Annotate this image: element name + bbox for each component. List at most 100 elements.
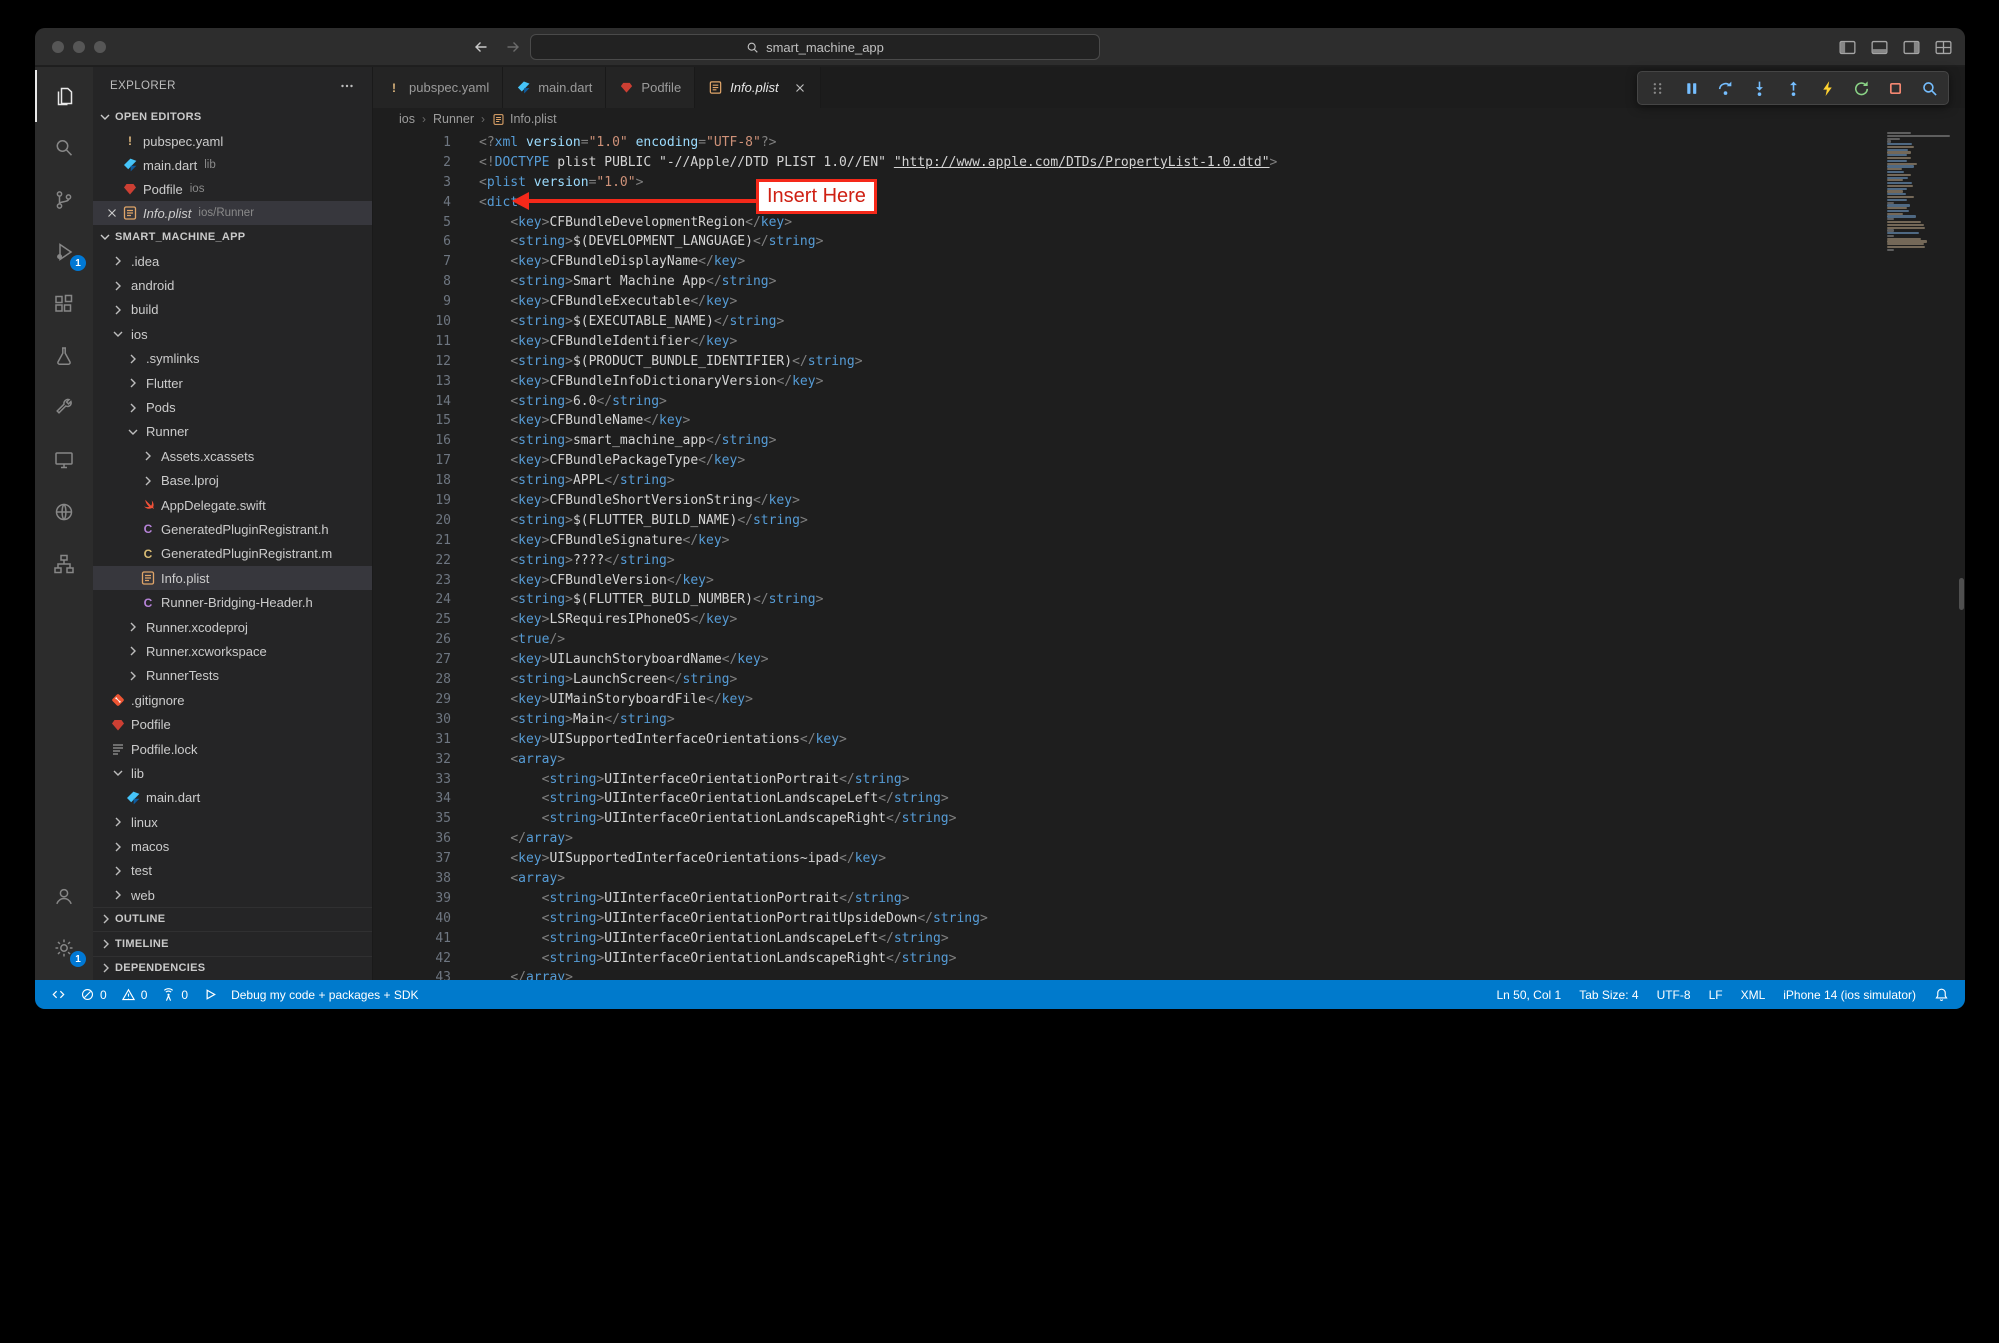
toggle-secondary-sidebar-icon[interactable] bbox=[1902, 38, 1921, 57]
code-line[interactable]: 25 <key>LSRequiresIPhoneOS</key> bbox=[373, 610, 1965, 630]
tab-info-plist[interactable]: Info.plist bbox=[695, 67, 820, 108]
step-over-icon[interactable] bbox=[1708, 73, 1742, 103]
activity-item-remote-explorer[interactable] bbox=[35, 434, 93, 486]
tree-item-pods[interactable]: Pods bbox=[93, 395, 372, 419]
minimap[interactable] bbox=[1885, 132, 1957, 980]
code-line[interactable]: 16 <string>smart_machine_app</string> bbox=[373, 431, 1965, 451]
close-button[interactable] bbox=[52, 41, 64, 53]
code-line[interactable]: 6 <string>$(DEVELOPMENT_LANGUAGE)</strin… bbox=[373, 232, 1965, 252]
code-line[interactable]: 20 <string>$(FLUTTER_BUILD_NAME)</string… bbox=[373, 511, 1965, 531]
code-line[interactable]: 23 <key>CFBundleVersion</key> bbox=[373, 571, 1965, 591]
open-editor-item[interactable]: Podfileios bbox=[93, 177, 372, 201]
code-line[interactable]: 11 <key>CFBundleIdentifier</key> bbox=[373, 332, 1965, 352]
open-editors-header[interactable]: OPEN EDITORS bbox=[93, 105, 372, 129]
status-ports[interactable]: 0 bbox=[155, 980, 194, 1009]
status-debug-config[interactable]: Debug my code + packages + SDK bbox=[225, 980, 424, 1009]
code-line[interactable]: 43 </array> bbox=[373, 968, 1965, 980]
zoom-button[interactable] bbox=[94, 41, 106, 53]
code-line[interactable]: 42 <string>UIInterfaceOrientationLandsca… bbox=[373, 949, 1965, 969]
section-dependencies[interactable]: DEPENDENCIES bbox=[93, 956, 372, 981]
code-line[interactable]: 8 <string>Smart Machine App</string> bbox=[373, 272, 1965, 292]
minimize-button[interactable] bbox=[73, 41, 85, 53]
inspector-icon[interactable] bbox=[1912, 73, 1946, 103]
code-line[interactable]: 35 <string>UIInterfaceOrientationLandsca… bbox=[373, 809, 1965, 829]
tree-item-runner-xcworkspace[interactable]: Runner.xcworkspace bbox=[93, 639, 372, 663]
status-warnings[interactable]: 0 bbox=[115, 980, 154, 1009]
status-eol[interactable]: LF bbox=[1703, 980, 1729, 1009]
tree-item-info-plist[interactable]: Info.plist bbox=[93, 566, 372, 590]
code-line[interactable]: 15 <key>CFBundleName</key> bbox=[373, 411, 1965, 431]
code-line[interactable]: 24 <string>$(FLUTTER_BUILD_NUMBER)</stri… bbox=[373, 590, 1965, 610]
tab-main-dart[interactable]: main.dart bbox=[503, 67, 606, 108]
code-line[interactable]: 33 <string>UIInterfaceOrientationPortrai… bbox=[373, 770, 1965, 790]
open-editor-item[interactable]: !pubspec.yaml bbox=[93, 129, 372, 153]
breadcrumb-item-runner[interactable]: Runner bbox=[433, 112, 474, 126]
project-header[interactable]: SMART_MACHINE_APP bbox=[93, 225, 372, 249]
activity-item-accounts[interactable] bbox=[35, 870, 93, 922]
pause-icon[interactable] bbox=[1674, 73, 1708, 103]
close-icon[interactable] bbox=[793, 81, 807, 95]
tab-podfile[interactable]: Podfile bbox=[606, 67, 695, 108]
code-line[interactable]: 13 <key>CFBundleInfoDictionaryVersion</k… bbox=[373, 372, 1965, 392]
step-out-icon[interactable] bbox=[1776, 73, 1810, 103]
activity-item-search[interactable] bbox=[35, 122, 93, 174]
tree-item-runner-bridging-header-h[interactable]: CRunner-Bridging-Header.h bbox=[93, 590, 372, 614]
open-editor-item[interactable]: Info.plistios/Runner bbox=[93, 201, 372, 225]
tree-item-macos[interactable]: macos bbox=[93, 834, 372, 858]
step-into-icon[interactable] bbox=[1742, 73, 1776, 103]
hot-reload-icon[interactable] bbox=[1810, 73, 1844, 103]
activity-item-explorer[interactable] bbox=[35, 70, 93, 122]
breadcrumb-item-ios[interactable]: ios bbox=[399, 112, 415, 126]
tree-item-ios[interactable]: ios bbox=[93, 322, 372, 346]
activity-item-source-control[interactable] bbox=[35, 174, 93, 226]
code-line[interactable]: 40 <string>UIInterfaceOrientationPortrai… bbox=[373, 909, 1965, 929]
command-center-search[interactable]: smart_machine_app bbox=[530, 34, 1100, 60]
code-line[interactable]: 26 <true/> bbox=[373, 630, 1965, 650]
restart-icon[interactable] bbox=[1844, 73, 1878, 103]
activity-item-github[interactable] bbox=[35, 486, 93, 538]
tree-item-generatedpluginregistrant-h[interactable]: CGeneratedPluginRegistrant.h bbox=[93, 517, 372, 541]
code-line[interactable]: 19 <key>CFBundleShortVersionString</key> bbox=[373, 491, 1965, 511]
activity-item-tools[interactable] bbox=[35, 382, 93, 434]
status-remote-indicator[interactable] bbox=[45, 980, 72, 1009]
code-line[interactable]: 3<plist version="1.0"> bbox=[373, 173, 1965, 193]
tree-item-runnertests[interactable]: RunnerTests bbox=[93, 664, 372, 688]
code-line[interactable]: 7 <key>CFBundleDisplayName</key> bbox=[373, 252, 1965, 272]
more-actions-icon[interactable] bbox=[339, 78, 355, 94]
code-line[interactable]: 41 <string>UIInterfaceOrientationLandsca… bbox=[373, 929, 1965, 949]
code-line[interactable]: 27 <key>UILaunchStoryboardName</key> bbox=[373, 650, 1965, 670]
code-line[interactable]: 14 <string>6.0</string> bbox=[373, 392, 1965, 412]
scrollbar-thumb[interactable] bbox=[1959, 578, 1964, 610]
tree-item-generatedpluginregistrant-m[interactable]: CGeneratedPluginRegistrant.m bbox=[93, 542, 372, 566]
code-line[interactable]: 18 <string>APPL</string> bbox=[373, 471, 1965, 491]
section-timeline[interactable]: TIMELINE bbox=[93, 931, 372, 956]
code-line[interactable]: 32 <array> bbox=[373, 750, 1965, 770]
tree-item-podfile-lock[interactable]: Podfile.lock bbox=[93, 737, 372, 761]
close-icon[interactable] bbox=[103, 206, 121, 220]
customize-layout-icon[interactable] bbox=[1934, 38, 1953, 57]
activity-item-extensions[interactable] bbox=[35, 278, 93, 330]
code-line[interactable]: 36 </array> bbox=[373, 829, 1965, 849]
section-outline[interactable]: OUTLINE bbox=[93, 907, 372, 932]
tree-item-main-dart[interactable]: main.dart bbox=[93, 786, 372, 810]
code-line[interactable]: 2<!DOCTYPE plist PUBLIC "-//Apple//DTD P… bbox=[373, 153, 1965, 173]
forward-icon[interactable] bbox=[505, 39, 521, 55]
tree-item-base-lproj[interactable]: Base.lproj bbox=[93, 469, 372, 493]
code-line[interactable]: 22 <string>????</string> bbox=[373, 551, 1965, 571]
tree-item-android[interactable]: android bbox=[93, 273, 372, 297]
activity-item-testing[interactable] bbox=[35, 330, 93, 382]
status-encoding[interactable]: UTF-8 bbox=[1651, 980, 1697, 1009]
tree-item-web[interactable]: web bbox=[93, 883, 372, 907]
tree-item-symlinks[interactable]: .symlinks bbox=[93, 347, 372, 371]
breadcrumb-item-info-plist[interactable]: Info.plist bbox=[492, 112, 557, 126]
tree-item-runner-xcodeproj[interactable]: Runner.xcodeproj bbox=[93, 615, 372, 639]
toggle-primary-sidebar-icon[interactable] bbox=[1838, 38, 1857, 57]
tab-pubspec-yaml[interactable]: !pubspec.yaml bbox=[373, 67, 503, 108]
status-language-mode[interactable]: XML bbox=[1735, 980, 1772, 1009]
activity-item-hierarchy[interactable] bbox=[35, 538, 93, 590]
code-line[interactable]: 12 <string>$(PRODUCT_BUNDLE_IDENTIFIER)<… bbox=[373, 352, 1965, 372]
stop-icon[interactable] bbox=[1878, 73, 1912, 103]
activity-item-run-debug[interactable]: 1 bbox=[35, 226, 93, 278]
code-editor[interactable]: 1<?xml version="1.0" encoding="UTF-8"?>2… bbox=[373, 130, 1965, 980]
code-line[interactable]: 30 <string>Main</string> bbox=[373, 710, 1965, 730]
